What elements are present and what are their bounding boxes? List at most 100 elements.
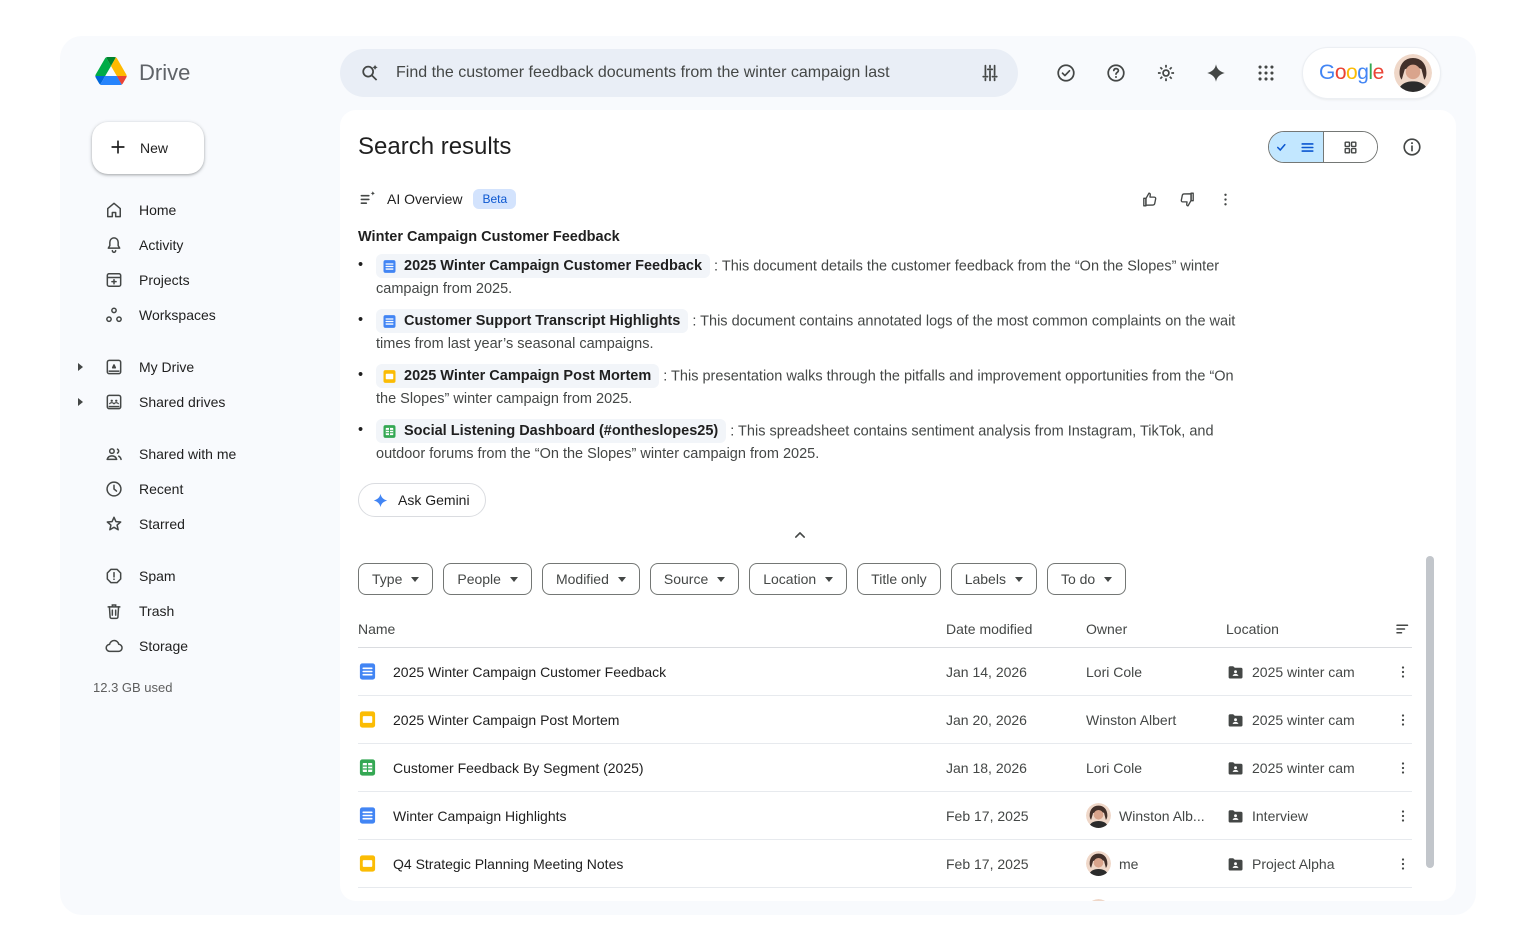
shared-folder-icon <box>1226 711 1244 729</box>
ai-bullet: • Social Listening Dashboard (#ontheslop… <box>358 419 1242 465</box>
sidebar-item-workspaces[interactable]: Workspaces <box>90 297 328 332</box>
owner-avatar <box>1086 899 1111 901</box>
search-bar[interactable] <box>340 49 1018 97</box>
sidebar-item-storage[interactable]: Storage <box>90 628 328 663</box>
row-menu-icon[interactable] <box>1394 759 1412 777</box>
chevron-up-icon <box>790 525 810 545</box>
account-pill[interactable]: Google <box>1302 47 1441 99</box>
plus-icon <box>108 137 128 160</box>
chevron-down-icon <box>1015 577 1023 582</box>
cloud-icon <box>104 636 124 656</box>
people-icon <box>104 444 124 464</box>
filter-modified[interactable]: Modified <box>542 563 640 595</box>
search-input[interactable] <box>396 64 964 82</box>
table-row[interactable]: Winter Campaign Highlights Feb 17, 2025 … <box>358 792 1412 840</box>
table-row[interactable]: 2025 Winter Campaign Customer Feedback J… <box>358 648 1412 696</box>
chevron-down-icon <box>411 577 419 582</box>
sidebar: New Home Activity Projects Workspaces My… <box>60 110 340 915</box>
expand-arrow-icon[interactable] <box>78 363 83 371</box>
table-row[interactable]: Q4 Strategic Planning Meeting Notes Feb … <box>358 840 1412 888</box>
filter-title-only[interactable]: Title only <box>857 563 941 595</box>
ai-bullet: • 2025 Winter Campaign Post Mortem : Thi… <box>358 364 1242 410</box>
apps-grid-icon[interactable] <box>1246 53 1286 93</box>
row-menu-icon[interactable] <box>1394 807 1412 825</box>
doc-link-chip[interactable]: 2025 Winter Campaign Customer Feedback <box>376 254 710 278</box>
ai-overview-more-icon[interactable] <box>1208 182 1242 216</box>
google-logo: Google <box>1319 61 1384 85</box>
filter-location[interactable]: Location <box>749 563 847 595</box>
table-scrollbar[interactable] <box>1426 556 1434 868</box>
chevron-down-icon <box>510 577 518 582</box>
table-row[interactable]: Customer_Engagement_Success_Story_Agency… <box>358 888 1412 901</box>
table-row[interactable]: 2025 Winter Campaign Post Mortem Jan 20,… <box>358 696 1412 744</box>
shared-folder-icon <box>1226 807 1244 825</box>
doc-link-chip[interactable]: Social Listening Dashboard (#ontheslopes… <box>376 419 726 443</box>
filter-source[interactable]: Source <box>650 563 739 595</box>
column-location[interactable]: Location <box>1226 621 1376 637</box>
ai-overview-section: AI Overview Beta Winter Campaign Custome… <box>358 182 1242 517</box>
ask-gemini-button[interactable]: Ask Gemini <box>358 483 486 517</box>
app-title: Drive <box>139 60 190 86</box>
my-drive-icon <box>104 357 124 377</box>
google-sheets-icon <box>358 758 377 777</box>
clock-icon <box>104 479 124 499</box>
projects-icon <box>104 270 124 290</box>
table-row[interactable]: Customer Feedback By Segment (2025) Jan … <box>358 744 1412 792</box>
sidebar-item-activity[interactable]: Activity <box>90 227 328 262</box>
filter-to-do[interactable]: To do <box>1047 563 1126 595</box>
column-owner[interactable]: Owner <box>1086 621 1226 637</box>
thumbs-up-icon[interactable] <box>1132 182 1166 216</box>
doc-link-chip[interactable]: 2025 Winter Campaign Post Mortem <box>376 364 659 388</box>
sidebar-item-projects[interactable]: Projects <box>90 262 328 297</box>
layout-toggle[interactable] <box>1268 131 1378 163</box>
sidebar-item-home[interactable]: Home <box>90 192 328 227</box>
row-menu-icon[interactable] <box>1394 711 1412 729</box>
chevron-down-icon <box>1104 577 1112 582</box>
list-view-button[interactable] <box>1269 132 1323 162</box>
expand-arrow-icon[interactable] <box>78 398 83 406</box>
ai-bullet: • 2025 Winter Campaign Customer Feedback… <box>358 254 1242 300</box>
page-title: Search results <box>358 133 511 161</box>
drive-brand[interactable]: Drive <box>95 57 340 90</box>
row-menu-icon[interactable] <box>1394 855 1412 873</box>
ai-search-icon[interactable] <box>358 61 382 85</box>
sidebar-item-starred[interactable]: Starred <box>90 506 328 541</box>
gemini-star-icon <box>372 492 389 509</box>
filters-tune-icon[interactable] <box>978 61 1002 85</box>
settings-gear-icon[interactable] <box>1146 53 1186 93</box>
sidebar-item-trash[interactable]: Trash <box>90 593 328 628</box>
table-header: Name Date modified Owner Location <box>358 610 1412 648</box>
sidebar-item-spam[interactable]: Spam <box>90 558 328 593</box>
help-icon[interactable] <box>1096 53 1136 93</box>
sidebar-item-recent[interactable]: Recent <box>90 471 328 506</box>
ai-bullet: • Customer Support Transcript Highlights… <box>358 309 1242 355</box>
row-menu-icon[interactable] <box>1394 663 1412 681</box>
files-table: Name Date modified Owner Location 2025 W… <box>358 610 1412 901</box>
beta-badge: Beta <box>473 189 516 209</box>
grid-view-button[interactable] <box>1323 132 1377 162</box>
gemini-star-icon[interactable] <box>1196 53 1236 93</box>
filter-people[interactable]: People <box>443 563 532 595</box>
doc-link-chip[interactable]: Customer Support Transcript Highlights <box>376 309 688 333</box>
details-info-icon[interactable] <box>1392 127 1432 167</box>
chevron-down-icon <box>618 577 626 582</box>
user-avatar[interactable] <box>1394 54 1432 92</box>
google-sheets-icon <box>382 424 397 439</box>
sidebar-item-shared-with-me[interactable]: Shared with me <box>90 436 328 471</box>
google-slides-icon <box>358 710 377 729</box>
collapse-ai-overview[interactable] <box>358 525 1242 550</box>
new-button[interactable]: New <box>92 122 204 174</box>
column-date-modified[interactable]: Date modified <box>946 621 1086 637</box>
google-doc-icon <box>358 662 377 681</box>
filter-labels[interactable]: Labels <box>951 563 1037 595</box>
filter-type[interactable]: Type <box>358 563 433 595</box>
spam-icon <box>104 566 124 586</box>
offline-status-icon[interactable] <box>1046 53 1086 93</box>
sidebar-item-shared-drives[interactable]: Shared drives <box>90 384 328 419</box>
google-drive-window: Drive Google <box>0 0 1536 951</box>
sidebar-item-my-drive[interactable]: My Drive <box>90 349 328 384</box>
sort-icon[interactable] <box>1394 620 1412 638</box>
thumbs-down-icon[interactable] <box>1170 182 1204 216</box>
search-results-panel: Search results AI Overview Beta <box>340 110 1456 901</box>
column-name[interactable]: Name <box>358 621 946 637</box>
